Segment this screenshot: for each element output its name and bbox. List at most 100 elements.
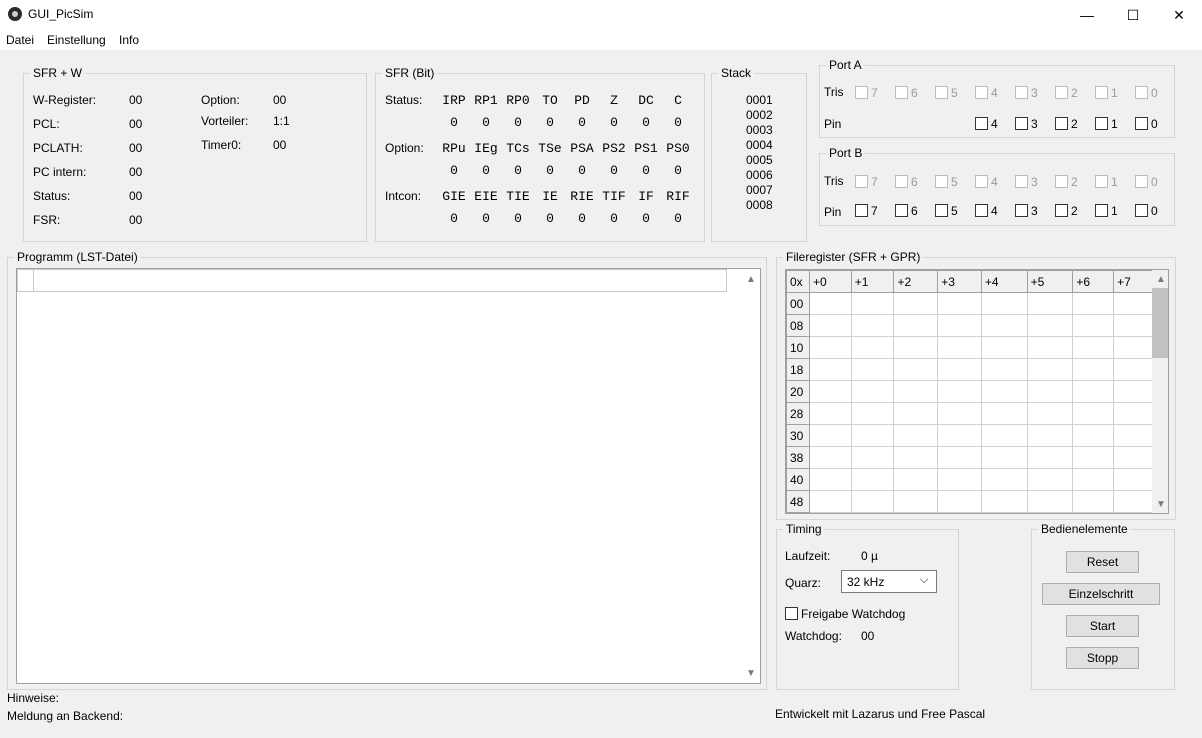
register-cell[interactable] xyxy=(850,292,895,315)
fileregister-scroll-down-icon[interactable]: ▼ xyxy=(1156,499,1166,510)
register-cell[interactable] xyxy=(937,424,982,447)
register-cell[interactable] xyxy=(1113,402,1154,425)
quartz-select[interactable]: 32 kHz ⌵ xyxy=(841,570,937,593)
register-cell[interactable] xyxy=(1072,358,1115,381)
pin-checkbox[interactable] xyxy=(1135,117,1148,130)
register-cell[interactable] xyxy=(893,292,939,315)
register-cell[interactable] xyxy=(1072,402,1115,425)
register-cell[interactable] xyxy=(980,490,1028,513)
register-cell[interactable] xyxy=(1072,336,1115,359)
register-cell[interactable] xyxy=(808,358,852,381)
register-cell[interactable] xyxy=(980,314,1028,337)
pin-checkbox[interactable] xyxy=(895,204,908,217)
pin-checkbox[interactable] xyxy=(1095,204,1108,217)
register-cell[interactable] xyxy=(1072,380,1115,403)
register-cell[interactable] xyxy=(980,446,1028,469)
register-cell[interactable] xyxy=(808,402,852,425)
register-cell[interactable] xyxy=(980,292,1028,315)
pin-checkbox[interactable] xyxy=(1015,204,1028,217)
fileregister-grid[interactable]: 0x +0 +1 +2 +3 +4 +5 +6 +7 00 08 10 18 20 28 30 38 40 48 ▲… xyxy=(785,269,1169,514)
fileregister-scroll-up-icon[interactable]: ▲ xyxy=(1156,274,1166,285)
fileregister-scrollbar[interactable]: ▲ ▼ xyxy=(1152,270,1168,513)
maximize-button[interactable]: ☐ xyxy=(1110,0,1156,30)
register-cell[interactable] xyxy=(893,380,939,403)
register-cell[interactable] xyxy=(1113,468,1154,491)
register-cell[interactable] xyxy=(808,490,852,513)
register-cell[interactable] xyxy=(980,424,1028,447)
pin-checkbox[interactable] xyxy=(1055,117,1068,130)
register-cell[interactable] xyxy=(980,380,1028,403)
pin-checkbox[interactable] xyxy=(1055,204,1068,217)
register-cell[interactable] xyxy=(1026,292,1074,315)
register-cell[interactable] xyxy=(1026,468,1074,491)
pin-checkbox[interactable] xyxy=(975,117,988,130)
register-cell[interactable] xyxy=(850,314,895,337)
pin-checkbox[interactable] xyxy=(975,204,988,217)
register-cell[interactable] xyxy=(1113,446,1154,469)
watchdog-enable-checkbox[interactable] xyxy=(785,607,798,620)
register-cell[interactable] xyxy=(937,490,982,513)
register-cell[interactable] xyxy=(937,380,982,403)
register-cell[interactable] xyxy=(980,468,1028,491)
register-cell[interactable] xyxy=(1113,336,1154,359)
register-cell[interactable] xyxy=(937,402,982,425)
register-cell[interactable] xyxy=(1026,446,1074,469)
register-cell[interactable] xyxy=(1072,424,1115,447)
program-scroll-down-icon[interactable]: ▼ xyxy=(746,668,756,679)
register-cell[interactable] xyxy=(893,314,939,337)
register-cell[interactable] xyxy=(808,446,852,469)
register-cell[interactable] xyxy=(893,336,939,359)
register-cell[interactable] xyxy=(1113,490,1154,513)
menu-datei[interactable]: Datei xyxy=(6,33,34,47)
register-cell[interactable] xyxy=(1072,292,1115,315)
menu-info[interactable]: Info xyxy=(119,33,139,47)
register-cell[interactable] xyxy=(980,358,1028,381)
register-cell[interactable] xyxy=(1026,424,1074,447)
menu-einstellung[interactable]: Einstellung xyxy=(47,33,106,47)
register-cell[interactable] xyxy=(850,380,895,403)
register-cell[interactable] xyxy=(808,380,852,403)
pin-checkbox[interactable] xyxy=(935,204,948,217)
register-cell[interactable] xyxy=(1026,336,1074,359)
register-cell[interactable] xyxy=(1026,314,1074,337)
register-cell[interactable] xyxy=(808,424,852,447)
pin-checkbox[interactable] xyxy=(1095,117,1108,130)
register-cell[interactable] xyxy=(1026,358,1074,381)
register-cell[interactable] xyxy=(1072,446,1115,469)
reset-button[interactable]: Reset xyxy=(1066,551,1139,573)
register-cell[interactable] xyxy=(937,336,982,359)
register-cell[interactable] xyxy=(1072,314,1115,337)
register-cell[interactable] xyxy=(1026,380,1074,403)
register-cell[interactable] xyxy=(850,402,895,425)
register-cell[interactable] xyxy=(1072,468,1115,491)
fileregister-scroll-thumb[interactable] xyxy=(1152,288,1168,358)
register-cell[interactable] xyxy=(850,336,895,359)
register-cell[interactable] xyxy=(850,424,895,447)
minimize-button[interactable]: — xyxy=(1064,0,1110,30)
fileregister-table[interactable]: 0x +0 +1 +2 +3 +4 +5 +6 +7 00 08 10 18 20 28 30 38 40 48 xyxy=(786,270,1154,513)
register-cell[interactable] xyxy=(850,446,895,469)
register-cell[interactable] xyxy=(893,446,939,469)
register-cell[interactable] xyxy=(893,424,939,447)
register-cell[interactable] xyxy=(1113,380,1154,403)
register-cell[interactable] xyxy=(850,468,895,491)
pin-checkbox[interactable] xyxy=(1015,117,1028,130)
register-cell[interactable] xyxy=(893,468,939,491)
register-cell[interactable] xyxy=(937,358,982,381)
program-listing[interactable]: ▲ ▼ xyxy=(16,268,761,684)
register-cell[interactable] xyxy=(937,446,982,469)
register-cell[interactable] xyxy=(808,468,852,491)
program-scroll-up-icon[interactable]: ▲ xyxy=(746,274,756,285)
register-cell[interactable] xyxy=(1113,358,1154,381)
register-cell[interactable] xyxy=(1113,424,1154,447)
register-cell[interactable] xyxy=(937,468,982,491)
register-cell[interactable] xyxy=(850,358,895,381)
register-cell[interactable] xyxy=(980,336,1028,359)
stop-button[interactable]: Stopp xyxy=(1066,647,1139,669)
register-cell[interactable] xyxy=(937,314,982,337)
register-cell[interactable] xyxy=(893,490,939,513)
fileregister-cells[interactable]: 0x +0 +1 +2 +3 +4 +5 +6 +7 00 08 10 18 20 28 30 38 40 48 xyxy=(786,270,1154,513)
register-cell[interactable] xyxy=(1113,292,1154,315)
register-cell[interactable] xyxy=(1072,490,1115,513)
register-cell[interactable] xyxy=(1026,402,1074,425)
